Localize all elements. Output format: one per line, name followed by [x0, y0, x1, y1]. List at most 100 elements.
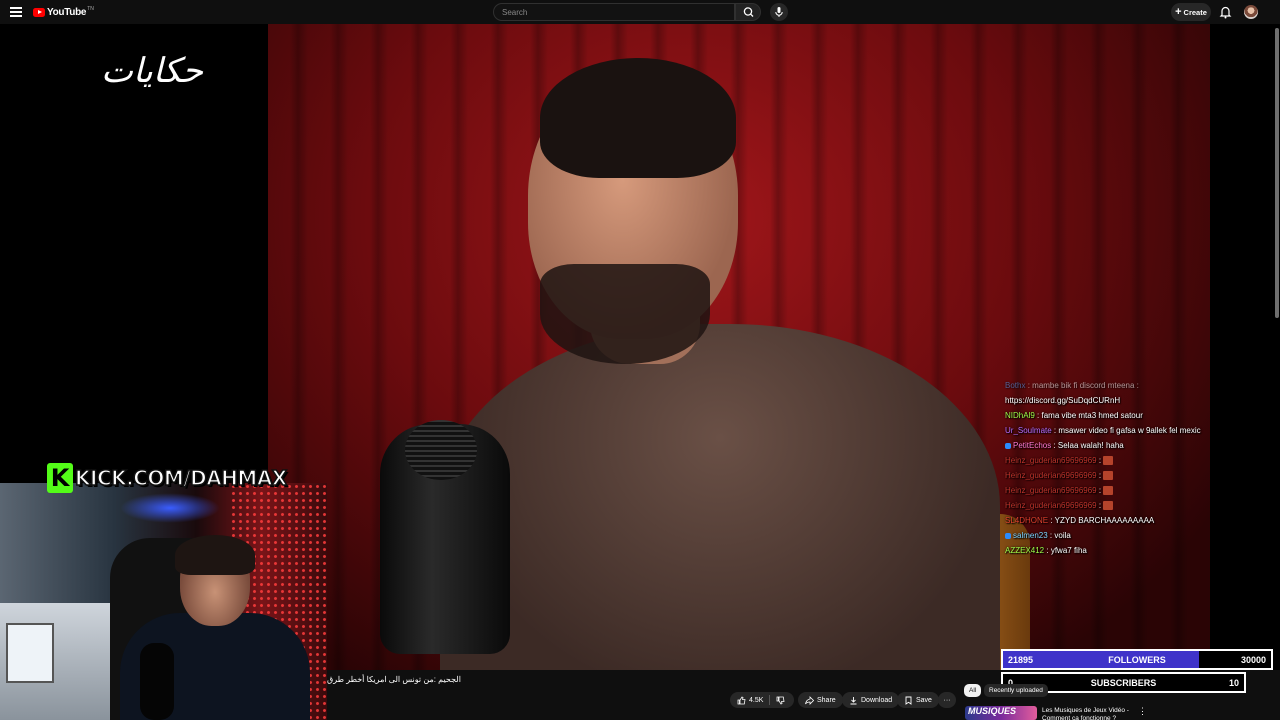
download-label: Download [861, 696, 893, 704]
chat-badge-icon [1005, 442, 1011, 449]
chat-message: Heinz_guderian69696969 : [1005, 483, 1273, 498]
chat-message: SL4DHONE : YZYD BARCHAAAAAAAAA [1005, 513, 1273, 528]
chip-recently-uploaded-label: Recently uploaded [989, 687, 1043, 694]
chat-emote-icon [1103, 456, 1114, 466]
chat-message: PetitEchos : Selaa walah! haha [1005, 438, 1273, 453]
chat-badge-icon [1005, 532, 1011, 539]
share-button[interactable]: Share [798, 692, 843, 708]
recommended-video-thumbnail[interactable]: MUSIQUES [965, 706, 1037, 720]
chat-message: https://discord.gg/SuDqdCURnH [1005, 393, 1273, 408]
streamer-hair [175, 535, 255, 575]
search-button[interactable] [735, 3, 761, 21]
chat-text: : [1098, 501, 1102, 510]
followers-label: FOLLOWERS [1108, 655, 1166, 665]
chat-message: Ur_Soulmate : msawer video fi gafsa w 9a… [1005, 423, 1273, 438]
thumbnail-text: MUSIQUES [968, 706, 1017, 716]
chat-message: salmen23 : voila [1005, 528, 1273, 543]
kick-logo-icon: K [47, 463, 73, 493]
chat-text: : [1098, 486, 1102, 495]
search-input[interactable]: Search [493, 3, 735, 21]
create-label: Create [1183, 7, 1207, 17]
chat-emote-icon [1103, 471, 1114, 481]
chat-message: AZZEX412 : yfwa7 fiha [1005, 543, 1273, 558]
menu-icon[interactable] [10, 7, 22, 17]
chat-text: https://discord.gg/SuDqdCURnH [1005, 396, 1121, 405]
webcam-blue-light [120, 493, 220, 523]
chat-username: SL4DHONE [1005, 516, 1049, 525]
more-actions-button[interactable]: ··· [938, 692, 956, 708]
chat-message: Heinz_guderian69696969 : [1005, 498, 1273, 513]
stream-chat: Bothx : mambe bik fi discord mteena : htt… [1005, 381, 1273, 558]
chat-username: AZZEX412 [1005, 546, 1045, 555]
chip-all[interactable]: All [964, 684, 982, 697]
microphone-grille [405, 420, 477, 480]
top-bar: YouTube TN Search + Create [0, 0, 1280, 24]
chat-text: : Selaa walah! haha [1053, 441, 1124, 450]
logo-country-code: TN [87, 6, 94, 12]
logo-text: YouTube [47, 7, 87, 18]
share-icon [805, 695, 814, 705]
chat-text: : msawer video fi gafsa w 9allek fel mex… [1053, 426, 1201, 435]
youtube-logo[interactable]: YouTube TN [33, 6, 94, 19]
notifications-bell-icon[interactable] [1219, 5, 1232, 19]
account-avatar[interactable] [1244, 5, 1258, 19]
search-icon [743, 7, 754, 17]
like-count: 4.5K [749, 696, 764, 704]
video-title: الجحيم :من تونس الى امريكا أخطر طرق [327, 675, 461, 684]
kick-banner: K KICK.COM/DAHMAX [47, 463, 288, 493]
chat-username: PetitEchos [1013, 441, 1052, 450]
chat-username: Heinz_guderian69696969 [1005, 471, 1097, 480]
divider [769, 695, 771, 705]
chip-all-label: All [969, 687, 977, 694]
chat-message: NIDhAl9 : fama vibe mta3 hmed satour [1005, 408, 1273, 423]
speaker-sweater [440, 324, 1000, 670]
chat-text: : fama vibe mta3 hmed satour [1037, 411, 1143, 420]
recommended-video-title[interactable]: Les Musiques de Jeux Vidéo - Comment ça … [1042, 707, 1132, 720]
channel-logo-text: حكايات [101, 51, 204, 91]
followers-target: 30000 [1240, 655, 1266, 665]
thumbs-down-icon[interactable] [776, 696, 785, 705]
scrollbar-thumb[interactable] [1275, 28, 1279, 318]
chat-username: Bothx [1005, 381, 1026, 390]
chat-message: Heinz_guderian69696969 : [1005, 453, 1273, 468]
kick-url: KICK.COM/DAHMAX [74, 465, 288, 491]
plus-icon: + [1175, 6, 1182, 18]
chat-text: : [1098, 456, 1102, 465]
followers-goal: 21895 FOLLOWERS 30000 [1001, 649, 1273, 670]
webcam-desk [0, 603, 120, 720]
microphone-icon [775, 7, 783, 17]
chat-text: : mambe bik fi discord mteena : [1027, 381, 1139, 390]
speaker-hair [540, 58, 736, 178]
chat-username: NIDhAl9 [1005, 411, 1035, 420]
like-dislike-button[interactable]: 4.5K [730, 692, 794, 708]
webcam-microphone [140, 643, 174, 720]
speaker-beard [540, 264, 710, 364]
chat-emote-icon [1103, 486, 1114, 496]
chat-message: Heinz_guderian69696969 : [1005, 468, 1273, 483]
subscribers-target: 10 [1228, 678, 1239, 688]
recommended-video-more-icon[interactable]: ⋮ [1138, 706, 1147, 717]
chat-text: : voila [1049, 531, 1071, 540]
chat-text: : [1098, 471, 1102, 480]
youtube-play-icon [33, 8, 45, 17]
thumbs-up-icon [737, 695, 746, 704]
channel-logo: حكايات [101, 51, 204, 91]
chat-username: Heinz_guderian69696969 [1005, 501, 1097, 510]
create-button[interactable]: + Create [1171, 3, 1211, 21]
chat-username: Ur_Soulmate [1005, 426, 1052, 435]
chat-username: Heinz_guderian69696969 [1005, 456, 1097, 465]
download-button[interactable]: Download [842, 692, 900, 708]
save-icon [905, 696, 912, 705]
share-label: Share [817, 696, 836, 704]
more-icon: ··· [943, 696, 951, 704]
chat-text: : yfwa7 fiha [1046, 546, 1087, 555]
chat-username: Heinz_guderian69696969 [1005, 486, 1097, 495]
voice-search-button[interactable] [770, 3, 788, 21]
webcam-monitor [6, 623, 54, 683]
chat-username: salmen23 [1013, 531, 1048, 540]
save-label: Save [916, 696, 932, 704]
download-icon [850, 696, 857, 704]
chat-text: : YZYD BARCHAAAAAAAAA [1050, 516, 1155, 525]
chip-recently-uploaded[interactable]: Recently uploaded [984, 684, 1048, 697]
save-button[interactable]: Save [897, 692, 939, 708]
